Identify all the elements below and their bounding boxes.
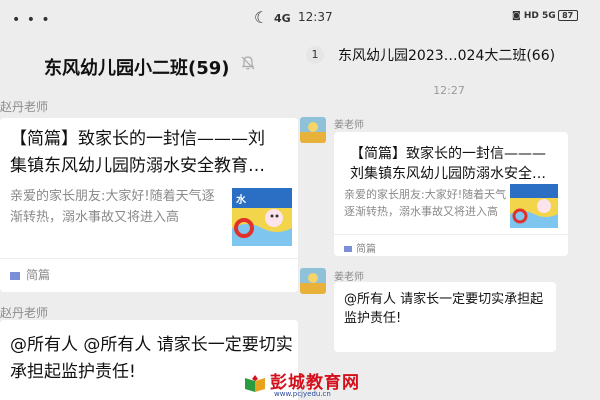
- sender-name: 姜老师: [334, 272, 364, 283]
- article-source: 简篇: [10, 266, 50, 283]
- message-text: @所有人 请家长一定要切实承担起监护责任!: [344, 292, 544, 326]
- article-title: 【简篇】致家长的一封信———刘 集镇东风幼儿园防溺水安全教育…: [10, 126, 294, 180]
- site-watermark: 彭城教育网 www.pcjyedu.cn: [244, 368, 360, 398]
- avatar[interactable]: [300, 268, 326, 294]
- avatar[interactable]: [300, 117, 326, 143]
- message-timestamp: 12:27: [433, 84, 465, 97]
- watermark-url: www.pcjyedu.cn: [274, 390, 331, 398]
- status-time: 12:37: [298, 10, 333, 24]
- article-title-line: 【简篇】致家长的一封信———: [350, 146, 546, 162]
- thumbnail-label: 水: [236, 195, 246, 206]
- status-dots: • • •: [12, 12, 51, 28]
- chat-header: 1 东风幼儿园2023…024大二班(66): [298, 34, 600, 76]
- watermark-logo-icon: [244, 374, 266, 393]
- sender-name: 赵丹老师: [0, 100, 49, 114]
- network-icons: ◙ HD 5G: [512, 11, 556, 21]
- article-description: 亲爱的家长朋友:大家好!随着天气逐渐转热，溺水事故又将进入高: [10, 189, 215, 225]
- article-title-line: 【简篇】致家长的一封信———刘: [10, 129, 265, 149]
- article-thumbnail: [510, 184, 558, 232]
- chat-title[interactable]: 东风幼儿园2023…024大二班(66): [338, 45, 555, 65]
- divider: [0, 258, 298, 259]
- sender-name: 姜老师: [334, 120, 364, 131]
- screenshot-collage: • • • ☾ 4G 东风幼儿园小二班(59) 赵丹老师 【简篇】致家长的一封信…: [0, 0, 600, 400]
- article-source: 简篇: [344, 240, 376, 255]
- battery-icon: 87: [557, 10, 578, 21]
- mute-bell-icon[interactable]: [240, 55, 256, 75]
- article-card[interactable]: 【简篇】致家长的一封信——— 刘集镇东风幼儿园防溺水安全… 亲爱的家长朋友:大家…: [334, 132, 568, 256]
- divider: [334, 234, 568, 235]
- source-label: 简篇: [356, 244, 376, 255]
- article-thumbnail: 水: [232, 188, 292, 250]
- article-card[interactable]: 【简篇】致家长的一封信———刘 集镇东风幼儿园防溺水安全教育… 亲爱的家长朋友:…: [0, 118, 298, 292]
- source-label: 简篇: [26, 268, 51, 282]
- status-icons: ◙ HD 5G 87: [512, 10, 578, 21]
- source-icon: [10, 271, 20, 280]
- source-icon: [344, 246, 352, 252]
- article-title: 【简篇】致家长的一封信——— 刘集镇东风幼儿园防溺水安全…: [350, 144, 560, 184]
- left-chat-screen: • • • ☾ 4G 东风幼儿园小二班(59) 赵丹老师 【简篇】致家长的一封信…: [0, 0, 298, 400]
- status-bar: 12:37 ◙ HD 5G 87: [298, 0, 600, 34]
- chat-title[interactable]: 东风幼儿园小二班(59): [44, 54, 230, 80]
- article-title-line: 集镇东风幼儿园防溺水安全教育…: [10, 156, 265, 176]
- unread-badge[interactable]: 1: [306, 46, 324, 64]
- signal-icon: 4G: [274, 12, 291, 25]
- article-title-line: 刘集镇东风幼儿园防溺水安全…: [350, 166, 546, 182]
- chat-header: 东风幼儿园小二班(59): [0, 40, 298, 90]
- sender-name: 赵丹老师: [0, 306, 49, 320]
- status-bar: • • • ☾ 4G: [0, 0, 298, 40]
- right-chat-screen: 12:37 ◙ HD 5G 87 1 东风幼儿园2023…024大二班(66) 1…: [298, 0, 600, 400]
- article-description: 亲爱的家长朋友:大家好!随着天气逐渐转热，溺水事故又将进入高: [344, 188, 507, 218]
- message-bubble[interactable]: @所有人 请家长一定要切实承担起监护责任!: [334, 282, 556, 352]
- moon-icon: ☾: [254, 8, 269, 27]
